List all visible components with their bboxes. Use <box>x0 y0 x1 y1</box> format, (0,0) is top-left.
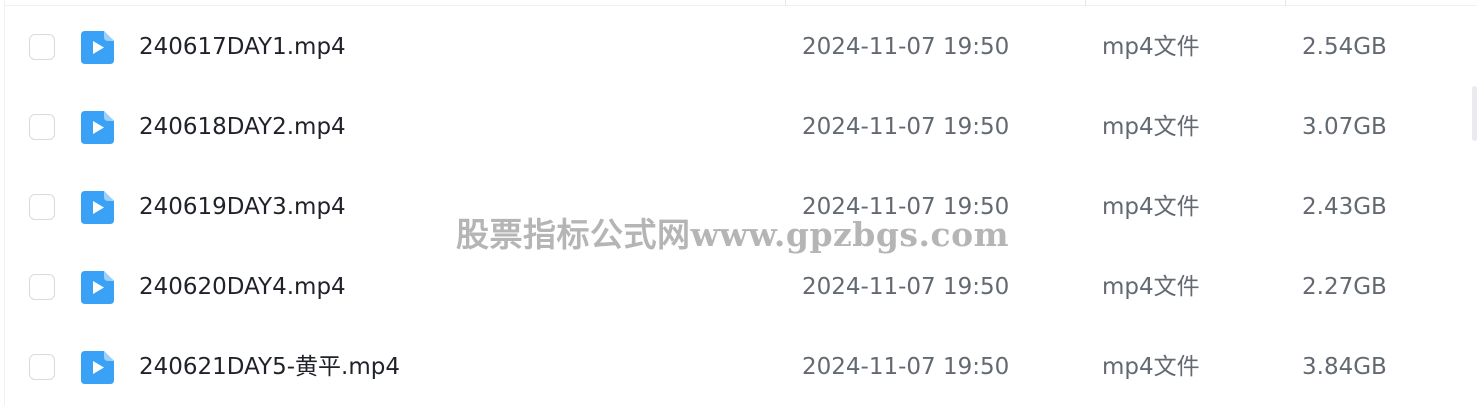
file-modified-date: 2024-11-07 19:50 <box>802 114 1010 140</box>
watermark-text: 股票指标公式网www.gpzbgs.com <box>456 215 1010 254</box>
file-row[interactable]: 240620DAY4.mp4 2024-11-07 19:50 mp4文件 2.… <box>5 247 1477 327</box>
file-size: 2.43GB <box>1302 194 1387 220</box>
file-name[interactable]: 240620DAY4.mp4 <box>139 247 346 327</box>
row-checkbox[interactable] <box>29 114 55 140</box>
file-modified-date: 2024-11-07 19:50 <box>802 34 1010 60</box>
column-header-strip <box>5 0 1477 6</box>
file-name[interactable]: 240621DAY5-黄平.mp4 <box>139 327 400 407</box>
video-file-icon <box>81 191 114 224</box>
row-checkbox[interactable] <box>29 34 55 60</box>
file-type: mp4文件 <box>1102 354 1200 380</box>
row-checkbox[interactable] <box>29 274 55 300</box>
file-size: 3.84GB <box>1302 354 1387 380</box>
file-modified-date: 2024-11-07 19:50 <box>802 274 1010 300</box>
file-list: 240617DAY1.mp4 2024-11-07 19:50 mp4文件 2.… <box>4 0 1477 405</box>
video-file-icon <box>81 271 114 304</box>
file-row[interactable]: 240621DAY5-黄平.mp4 2024-11-07 19:50 mp4文件… <box>5 327 1477 407</box>
column-divider[interactable] <box>1285 0 1286 6</box>
scrollbar[interactable] <box>1472 86 1477 141</box>
video-file-icon <box>81 31 114 64</box>
file-size: 2.27GB <box>1302 274 1387 300</box>
row-checkbox[interactable] <box>29 194 55 220</box>
row-checkbox[interactable] <box>29 354 55 380</box>
file-type: mp4文件 <box>1102 114 1200 140</box>
file-size: 3.07GB <box>1302 114 1387 140</box>
file-size: 2.54GB <box>1302 34 1387 60</box>
file-type: mp4文件 <box>1102 34 1200 60</box>
file-row[interactable]: 240617DAY1.mp4 2024-11-07 19:50 mp4文件 2.… <box>5 7 1477 87</box>
file-name[interactable]: 240619DAY3.mp4 <box>139 167 346 247</box>
file-row[interactable]: 240618DAY2.mp4 2024-11-07 19:50 mp4文件 3.… <box>5 87 1477 167</box>
column-divider[interactable] <box>1085 0 1086 6</box>
column-divider[interactable] <box>785 0 786 6</box>
file-type: mp4文件 <box>1102 194 1200 220</box>
file-name[interactable]: 240617DAY1.mp4 <box>139 7 346 87</box>
file-type: mp4文件 <box>1102 274 1200 300</box>
file-modified-date: 2024-11-07 19:50 <box>802 354 1010 380</box>
video-file-icon <box>81 111 114 144</box>
file-name[interactable]: 240618DAY2.mp4 <box>139 87 346 167</box>
video-file-icon <box>81 351 114 384</box>
